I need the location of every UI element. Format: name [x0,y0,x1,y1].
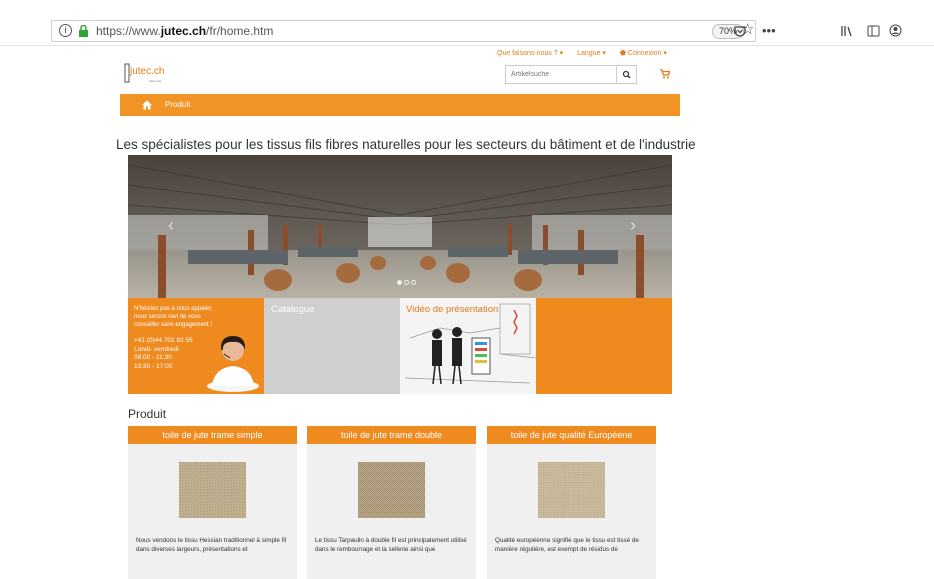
empty-orange-tile [536,298,672,394]
nav-produit-link[interactable]: Produit [165,100,190,109]
web-page: Que faisons-nous ? ▾ Langue ▾ ⬟ Connexio… [0,46,934,579]
lock-icon [79,25,88,37]
opening-hours-afternoon: 13:30 - 17:00 [134,362,173,370]
opening-days: Lundi- vendredi [134,345,179,353]
support-agent-image [207,336,259,392]
bookmark-star-icon[interactable]: ☆ [741,20,754,38]
main-navigation-bar: Produit [120,94,680,116]
nav-language[interactable]: Langue ▾ [577,50,606,57]
fabric-swatch-image [358,462,425,518]
product-description: Le tissu Tarpaulin à double fil est prin… [315,537,467,553]
opening-hours-morning: 08:00 - 11:30 [134,354,172,361]
carousel-next-icon[interactable]: › [630,215,636,236]
search-icon [622,70,631,79]
url-text: https://www.jutec.ch/fr/home.htm [96,24,274,38]
video-title: Vidéo de présentation [406,304,499,315]
more-icon[interactable]: ••• [762,23,776,38]
browser-window: i https://www.jutec.ch/fr/home.htm 70% •… [0,0,934,579]
fabric-swatch-image [179,462,246,518]
carousel-dot[interactable] [397,280,402,285]
search-button[interactable] [616,66,636,83]
product-card[interactable]: toile de jute trame double Le tissu Tarp… [307,426,476,579]
contact-details: +41 (0)44 701 82 55 Lundi- vendredi 08:0… [134,337,193,371]
carousel-dot[interactable] [404,280,409,285]
page-headline: Les spécialistes pour les tissus fils fi… [116,137,696,152]
product-title[interactable]: toile de jute qualité Européene [487,426,656,444]
svg-text:Jutec AG: Jutec AG [149,79,162,83]
phone-number: +41 (0)44 701 82 55 [134,337,193,344]
product-title[interactable]: toile de jute trame double [307,426,476,444]
browser-toolbar: i https://www.jutec.ch/fr/home.htm 70% •… [0,0,934,46]
product-card[interactable]: toile de jute qualité Européene Qualité … [487,426,656,579]
contact-tile[interactable]: N'hésitez pas à nous appeler, nous seron… [128,298,264,394]
library-icon[interactable] [841,25,855,37]
search-input[interactable] [506,66,616,83]
account-icon[interactable] [889,24,902,37]
sidebar-icon[interactable] [867,25,880,37]
info-icon[interactable]: i [59,24,72,37]
product-card[interactable]: toile de jute trame simple Nous vendons … [128,426,297,579]
nav-login[interactable]: ⬟ Connexion ▾ [620,50,667,57]
address-bar[interactable]: i https://www.jutec.ch/fr/home.htm 70% •… [51,20,776,42]
carousel-prev-icon[interactable]: ‹ [168,215,174,236]
nav-what-we-do[interactable]: Que faisons-nous ? ▾ [497,50,563,57]
catalogue-title: Catalogue [271,304,315,315]
carousel-indicators [397,272,418,290]
catalogue-tile[interactable]: Catalogue [264,298,400,394]
carousel-dot[interactable] [411,280,416,285]
top-navigation: Que faisons-nous ? ▾ Langue ▾ ⬟ Connexio… [497,49,679,57]
cart-icon[interactable] [660,69,670,79]
svg-text:jutec.ch: jutec.ch [129,66,164,77]
fabric-swatch-image [538,462,605,518]
search-box [505,65,637,84]
contact-message: N'hésitez pas à nous appeler, nous seron… [134,306,213,328]
image-carousel[interactable]: ‹ › [128,155,672,298]
product-title[interactable]: toile de jute trame simple [128,426,297,444]
feature-tiles: N'hésitez pas à nous appeler, nous seron… [128,298,672,394]
product-description: Qualité européenne signifie que le tissu… [495,537,639,553]
home-icon[interactable] [142,100,152,110]
site-logo[interactable]: jutec.ch Jutec AG [120,62,172,86]
products-section-title: Produit [128,407,167,421]
video-tile[interactable]: Vidéo de présentation [400,298,536,394]
product-description: Nous vendons le tissu Hessian traditionn… [136,537,287,553]
